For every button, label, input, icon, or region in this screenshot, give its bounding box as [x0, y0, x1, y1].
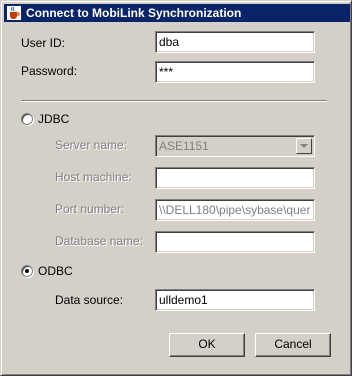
data-source-input[interactable]: ulldemo1 — [155, 289, 315, 311]
port-number-label: Port number: — [55, 202, 125, 216]
password-label: Password: — [21, 64, 78, 78]
dropdown-button[interactable] — [296, 138, 312, 154]
radio-selected-dot — [25, 269, 29, 273]
user-id-label: User ID: — [21, 36, 66, 50]
window-title: Connect to MobiLink Synchronization — [26, 6, 242, 20]
connect-dialog: Connect to MobiLink Synchronization User… — [0, 0, 352, 376]
chevron-down-icon — [300, 144, 308, 148]
user-id-input[interactable]: dba — [155, 31, 315, 53]
host-machine-input[interactable] — [155, 167, 315, 189]
password-input[interactable]: *** — [155, 61, 315, 83]
host-machine-label: Host machine: — [55, 170, 132, 184]
database-name-label: Database name: — [55, 234, 144, 248]
port-number-input[interactable]: \\DELL180\pipe\sybase\quer — [155, 199, 315, 221]
separator — [21, 100, 327, 102]
cancel-button[interactable]: Cancel — [255, 333, 331, 357]
database-name-input[interactable] — [155, 231, 315, 253]
odbc-radio[interactable] — [21, 265, 33, 277]
server-name-combobox[interactable]: ASE1151 — [155, 135, 315, 157]
data-source-label: Data source: — [55, 293, 124, 307]
jdbc-label[interactable]: JDBC — [38, 112, 69, 126]
server-name-value: ASE1151 — [159, 139, 209, 153]
title-bar[interactable]: Connect to MobiLink Synchronization — [4, 4, 350, 22]
server-name-label: Server name: — [55, 138, 128, 152]
java-cup-icon — [7, 6, 21, 20]
odbc-label[interactable]: ODBC — [38, 264, 73, 278]
ok-button[interactable]: OK — [169, 333, 245, 357]
jdbc-radio[interactable] — [21, 113, 33, 125]
